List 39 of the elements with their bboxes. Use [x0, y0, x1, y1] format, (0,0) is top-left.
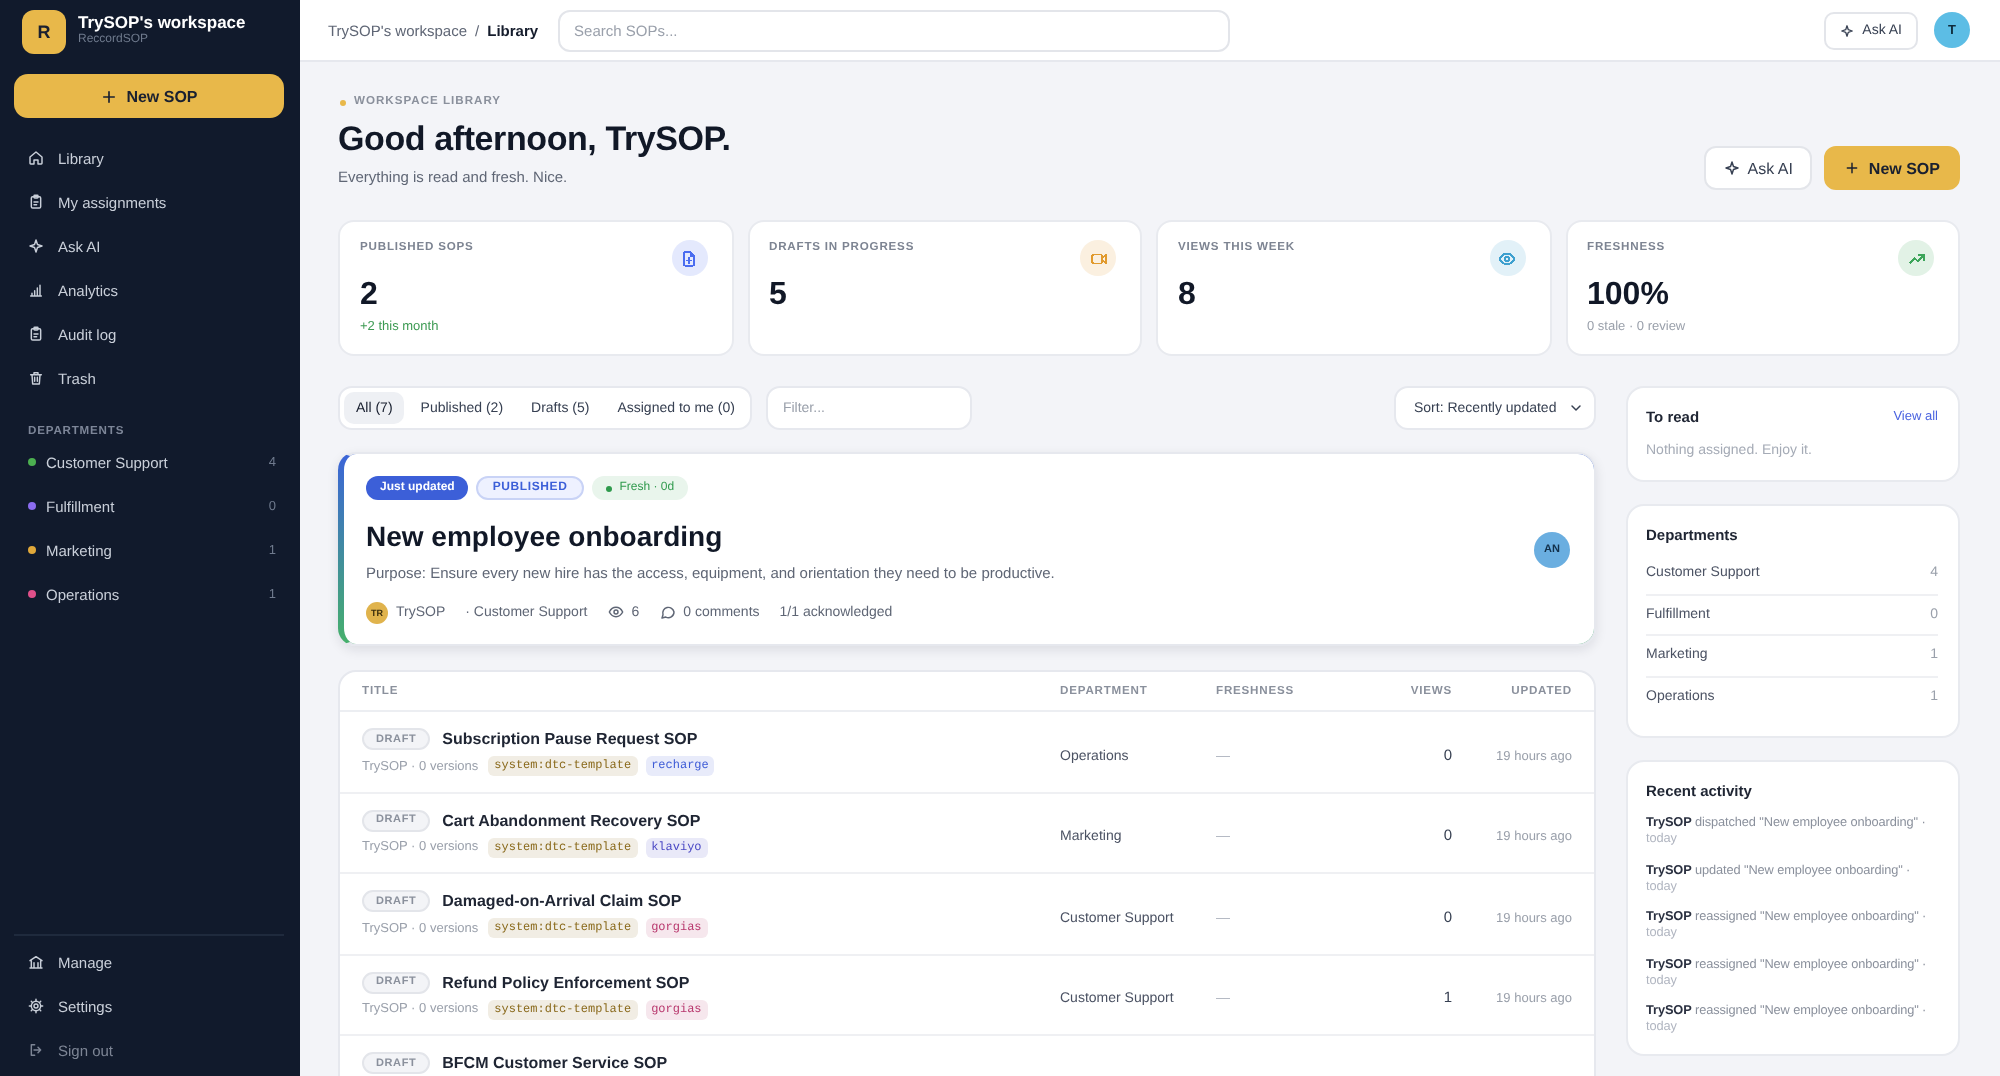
video-camera-icon: [1080, 240, 1116, 276]
trend-up-icon: [1898, 240, 1934, 276]
bar-chart-icon: [28, 282, 44, 298]
sparkle-icon: [1840, 23, 1855, 37]
new-sop-button[interactable]: New SOP: [1824, 146, 1960, 190]
featured-sop-card[interactable]: [338, 452, 1596, 646]
chevron-down-icon: [1568, 400, 1584, 416]
stat-value: 100%: [1587, 276, 1671, 316]
sop-title[interactable]: Refund Policy Enforcement SOP: [442, 973, 690, 991]
workspace-logo: R: [22, 10, 66, 54]
sop-title[interactable]: Subscription Pause Request SOP: [442, 730, 698, 748]
clipboard-icon: [28, 326, 44, 342]
sop-title[interactable]: Cart Abandonment Recovery SOP: [442, 811, 701, 829]
page-title: Good afternoon, TrySOP.: [338, 118, 731, 162]
dot-icon: [340, 99, 346, 105]
sop-title[interactable]: New employee onboarding: [366, 518, 1534, 554]
dot-icon: [605, 485, 612, 491]
ask-ai-button[interactable]: Ask AI: [1703, 146, 1813, 190]
building-icon: [28, 954, 44, 970]
eye-icon: [607, 604, 624, 620]
sparkle-icon: [1723, 160, 1740, 176]
sign-out-icon: [28, 1042, 44, 1058]
sparkle-icon: [28, 238, 44, 254]
home-icon: [28, 150, 44, 166]
stat-value: 8: [1178, 276, 1198, 316]
stat-value: 2: [360, 276, 380, 316]
stat-value: 5: [769, 276, 789, 316]
document-icon: [671, 240, 707, 276]
plus-icon: [100, 87, 119, 105]
workspace-name: TrySOP's workspace: [78, 14, 246, 32]
trash-icon: [28, 370, 44, 386]
settings-icon: [28, 998, 44, 1014]
plus-icon: [1844, 160, 1861, 176]
eye-icon: [1489, 240, 1525, 276]
new-sop-button[interactable]: New SOP: [14, 74, 284, 118]
sop-title[interactable]: BFCM Customer Service SOP: [442, 1054, 668, 1072]
sop-title[interactable]: Damaged-on-Arrival Claim SOP: [442, 892, 682, 910]
clipboard-icon: [28, 194, 44, 210]
comment-icon: [659, 604, 676, 620]
